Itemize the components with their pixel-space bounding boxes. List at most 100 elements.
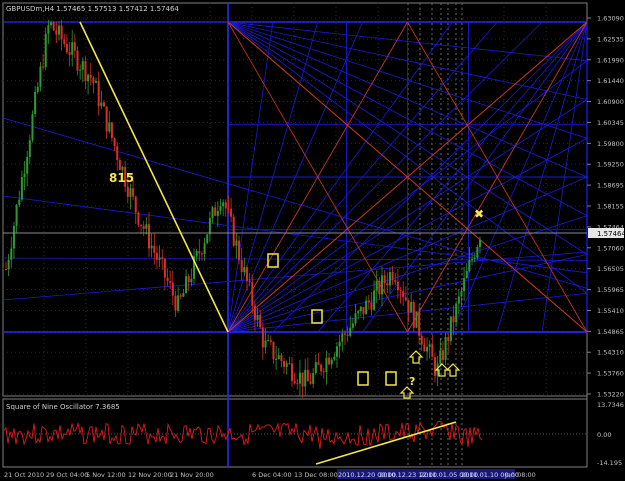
candle-body bbox=[431, 344, 434, 358]
candle-body bbox=[328, 357, 331, 365]
candle-body bbox=[457, 296, 460, 304]
candle-body bbox=[346, 334, 349, 336]
candle-body bbox=[116, 146, 119, 160]
candle-body bbox=[267, 340, 270, 342]
candle-body bbox=[283, 360, 286, 367]
candle-body bbox=[235, 240, 238, 246]
candle-body bbox=[150, 245, 153, 249]
price-tick-label: 1.55965 bbox=[597, 286, 624, 294]
candle-body bbox=[36, 86, 39, 92]
candle-body bbox=[12, 225, 15, 249]
candle-body bbox=[410, 301, 413, 313]
candle-body bbox=[232, 216, 235, 246]
candle-body bbox=[108, 122, 111, 132]
candle-body bbox=[396, 281, 399, 291]
oscillator-title: Square of Nine Oscillator 7.3685 bbox=[6, 403, 120, 411]
candle-body bbox=[158, 257, 161, 260]
candle-body bbox=[182, 293, 185, 297]
candle-body bbox=[418, 311, 421, 336]
candle-body bbox=[65, 43, 68, 53]
time-axis: 21 Oct 2010 29 Oct 04:00 5 Nov 12:00 12 … bbox=[4, 469, 536, 479]
time-label-6: 13 Dec 08:00 bbox=[294, 471, 338, 479]
candle-body bbox=[375, 281, 378, 291]
time-label-5: 6 Dec 04:00 bbox=[252, 471, 292, 479]
candle-body bbox=[471, 258, 474, 261]
candle-body bbox=[253, 305, 256, 320]
candle-body bbox=[200, 253, 203, 255]
candle-body bbox=[349, 327, 352, 336]
candle-body bbox=[187, 276, 190, 283]
time-label-3: 12 Nov 20:00 bbox=[128, 471, 172, 479]
candle-body bbox=[245, 267, 248, 282]
candle-body bbox=[5, 269, 7, 271]
candle-body bbox=[34, 91, 37, 115]
candle-body bbox=[298, 372, 301, 384]
candle-body bbox=[39, 66, 42, 87]
candle-body bbox=[367, 300, 370, 303]
candle-body bbox=[248, 281, 251, 283]
candle-body bbox=[373, 290, 376, 310]
candle-body bbox=[60, 25, 63, 40]
candle-body bbox=[140, 224, 143, 226]
candle-body bbox=[18, 199, 21, 206]
candle-body bbox=[177, 295, 180, 311]
candle-body bbox=[89, 74, 92, 78]
candle-body bbox=[102, 102, 105, 107]
price-tick-label: 1.62535 bbox=[597, 35, 624, 43]
candle-body bbox=[479, 240, 481, 247]
candle-body bbox=[394, 279, 397, 282]
candle-body bbox=[415, 311, 418, 328]
candle-body bbox=[460, 291, 463, 297]
trading-chart[interactable]: 815 ? ✖ GBPUSDm,H4 1.57465 1.57513 1.574… bbox=[0, 0, 625, 481]
candle-body bbox=[118, 159, 121, 171]
candle-body bbox=[222, 202, 225, 207]
candle-body bbox=[285, 363, 288, 367]
candle-body bbox=[256, 314, 259, 320]
price-tick-label: 1.61990 bbox=[597, 56, 624, 64]
candle-body bbox=[251, 281, 254, 306]
candle-body bbox=[203, 243, 206, 255]
candle-body bbox=[343, 333, 346, 335]
candle-body bbox=[68, 52, 71, 55]
candle-body bbox=[420, 335, 423, 345]
candle-body bbox=[317, 362, 320, 365]
candle-body bbox=[28, 140, 31, 157]
price-tick-label: 1.60900 bbox=[597, 98, 624, 106]
candle-body bbox=[320, 364, 323, 372]
candle-body bbox=[31, 114, 34, 141]
time-label-1: 29 Oct 04:00 bbox=[46, 471, 88, 479]
candle-body bbox=[195, 251, 198, 257]
price-tick-label: 1.57060 bbox=[597, 244, 624, 252]
candle-body bbox=[259, 314, 262, 328]
candle-body bbox=[312, 373, 315, 384]
candle-body bbox=[351, 323, 354, 328]
price-tick-label: 1.53760 bbox=[597, 370, 624, 378]
candle-body bbox=[314, 362, 317, 374]
candle-body bbox=[407, 300, 410, 313]
price-tick-label: 1.58695 bbox=[597, 182, 624, 190]
candle-body bbox=[198, 251, 201, 254]
candle-body bbox=[322, 371, 325, 373]
candle-body bbox=[95, 81, 98, 83]
candle-body bbox=[365, 300, 368, 315]
candle-body bbox=[44, 33, 47, 68]
candle-body bbox=[224, 202, 227, 209]
candle-body bbox=[243, 267, 246, 273]
candle-body bbox=[309, 381, 312, 384]
candle-body bbox=[261, 327, 264, 348]
candle-body bbox=[185, 276, 188, 294]
candle-body bbox=[423, 344, 426, 352]
question-mark-label: ? bbox=[409, 375, 415, 388]
candle-body bbox=[272, 341, 275, 359]
candle-body bbox=[190, 278, 193, 283]
candle-body bbox=[388, 272, 391, 286]
price-tick-label: 1.55410 bbox=[597, 307, 624, 315]
candle-body bbox=[275, 358, 278, 360]
candle-body bbox=[105, 106, 108, 132]
candle-body bbox=[473, 257, 476, 259]
candle-body bbox=[57, 25, 60, 35]
price-tick-label: 1.63090 bbox=[597, 15, 624, 23]
candle-body bbox=[468, 260, 471, 272]
candle-body bbox=[447, 337, 450, 342]
candle-body bbox=[63, 39, 66, 44]
